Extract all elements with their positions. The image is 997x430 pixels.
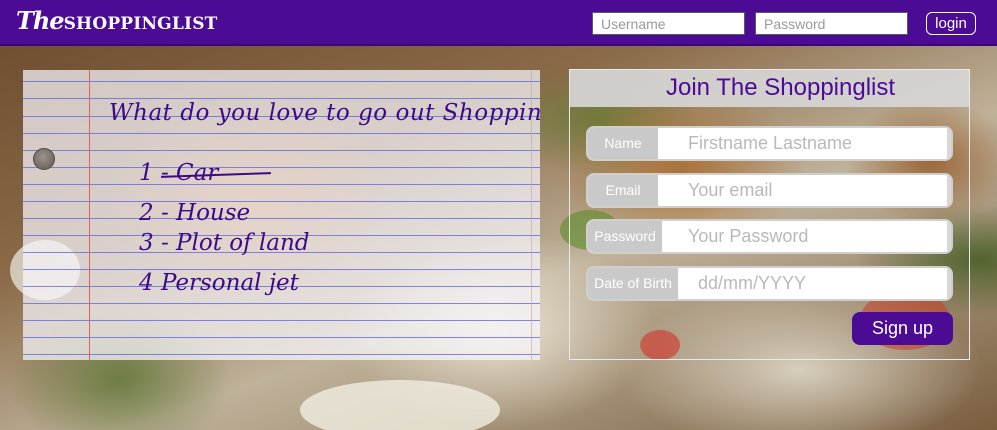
- field-edge: [947, 221, 951, 252]
- note-item-4: 4 Personal jet: [139, 270, 299, 296]
- field-edge: [947, 128, 951, 159]
- field-edge: [947, 175, 951, 206]
- logo-name: SHOPPINGLIST: [63, 14, 218, 34]
- email-field-label: Email: [588, 175, 658, 206]
- login-button[interactable]: login: [926, 12, 976, 35]
- paper-margin-line: [89, 70, 90, 360]
- password-input[interactable]: [755, 12, 908, 35]
- date-of-birth-field[interactable]: Date of Birth: [586, 266, 953, 301]
- food-detail: [300, 380, 500, 430]
- site-logo[interactable]: TheSHOPPINGLIST: [16, 6, 218, 35]
- signup-title: Join The Shoppinglist: [666, 74, 896, 101]
- password-field-label: Password: [588, 221, 662, 252]
- note-item-3: 3 - Plot of land: [139, 230, 310, 256]
- username-input[interactable]: [592, 12, 745, 35]
- note-question: What do you love to go out Shopping?: [109, 100, 540, 126]
- logo-the: The: [16, 6, 65, 35]
- password-field[interactable]: Password: [586, 219, 953, 254]
- note-item-2: 2 - House: [139, 200, 251, 226]
- signup-panel-header: Join The Shoppinglist: [570, 70, 969, 107]
- note-item-1: 1 - Car: [139, 160, 219, 186]
- notebook-note: What do you love to go out Shopping? 1 -…: [23, 70, 540, 360]
- field-edge: [947, 268, 951, 299]
- name-field[interactable]: Name: [586, 126, 953, 161]
- date-of-birth-input[interactable]: [698, 268, 947, 299]
- signup-password-input[interactable]: [688, 221, 947, 252]
- signup-panel: Join The Shoppinglist Name Email Passwor…: [569, 69, 970, 360]
- name-field-label: Name: [588, 128, 658, 159]
- name-input[interactable]: [688, 128, 947, 159]
- paper-hole: [33, 148, 55, 170]
- email-input[interactable]: [688, 175, 947, 206]
- date-of-birth-field-label: Date of Birth: [588, 268, 678, 299]
- top-nav-bar: TheSHOPPINGLIST login: [0, 0, 997, 46]
- email-field[interactable]: Email: [586, 173, 953, 208]
- signup-button[interactable]: Sign up: [852, 312, 953, 345]
